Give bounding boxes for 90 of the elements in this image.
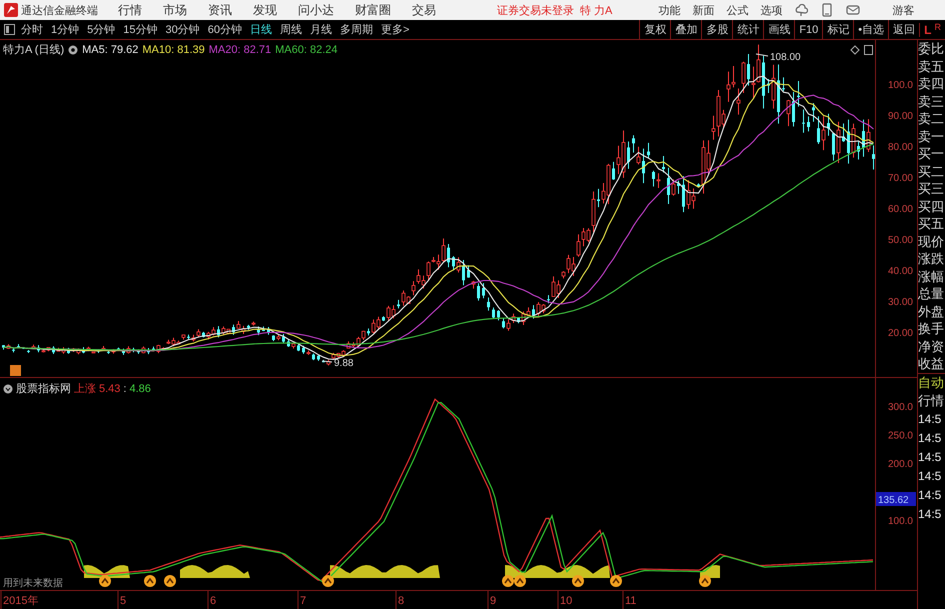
axis-label: 7 — [300, 595, 306, 607]
axis-label: 200.0 — [888, 459, 913, 470]
quote-field-label: 买五 — [918, 215, 945, 232]
indicator-label: 上涨 — [74, 382, 96, 396]
axis-label: 300.0 — [888, 402, 913, 413]
axis-label: 80.00 — [888, 142, 913, 153]
trade-time: 14:5 — [918, 486, 942, 504]
menu-item[interactable]: 资讯 — [208, 2, 232, 18]
high-price-annotation: 108.00 — [756, 52, 801, 63]
warning-note: 用到未来数据 — [3, 576, 63, 590]
trade-time: 14:5 — [918, 410, 942, 428]
moving-average-label: MA20: 82.71 — [208, 44, 272, 56]
period-tab[interactable]: 15分钟 — [123, 22, 158, 37]
axis-label: 40.00 — [888, 266, 913, 277]
quote-field-label: 换手 — [918, 320, 945, 338]
corner-label[interactable]: R — [934, 22, 941, 32]
axis-label: 20.00 — [888, 328, 913, 339]
axis-label: 30.00 — [888, 297, 913, 308]
axis-label: 100.0 — [888, 80, 913, 91]
menu-item[interactable]: 公式 — [726, 2, 748, 18]
menu-item[interactable]: 市场 — [163, 2, 187, 18]
quote-field-label: 委比 — [918, 40, 945, 58]
trade-time: 14:5 — [918, 448, 942, 466]
cursor-value-label: 135.62 — [876, 492, 916, 506]
corner-label[interactable]: L — [919, 22, 932, 36]
period-tab[interactable]: 周线 — [280, 22, 302, 37]
axis-label: 60.00 — [888, 204, 913, 215]
indicator-name: 股票指标网 — [16, 382, 71, 396]
quote-field-label: 卖一 — [918, 128, 945, 145]
menu-item[interactable]: 交易 — [412, 2, 436, 18]
axis-label: 9 — [490, 595, 496, 607]
app-name: 通达信金融终端 — [21, 4, 98, 18]
menu-item[interactable]: 选项 — [760, 2, 782, 18]
quote-field-label: 买四 — [918, 198, 945, 215]
separator: : — [123, 382, 126, 394]
period-tab[interactable]: 多周期 — [340, 22, 373, 37]
quote-field-label: 现价 — [918, 232, 945, 250]
stock-name: 特 力A — [580, 4, 612, 18]
period-tab[interactable]: 5分钟 — [87, 22, 116, 37]
period-tab[interactable]: 更多> — [381, 22, 410, 37]
period-tab[interactable]: 60分钟 — [208, 22, 242, 37]
period-tab[interactable]: 分时 — [21, 22, 43, 37]
trade-time: 14:5 — [918, 468, 942, 484]
axis-label: 10 — [560, 595, 572, 607]
mode-label[interactable]: 自动 — [918, 372, 945, 392]
user-name[interactable]: 游客 — [892, 2, 914, 18]
quote-field-label: 买三 — [918, 180, 945, 198]
menu-item[interactable]: 新面 — [692, 2, 714, 18]
trade-time: 14:5 — [918, 506, 942, 522]
moving-average-label: MA10: 81.39 — [142, 44, 205, 56]
quote-field-label: 卖二 — [918, 110, 945, 128]
period-tab[interactable]: 日线 — [250, 22, 272, 37]
period-tab[interactable]: 月线 — [310, 22, 332, 37]
axis-label: 11 — [625, 595, 636, 607]
login-status: 证券交易未登录 — [497, 4, 574, 18]
quote-field-label: 卖五 — [918, 58, 945, 75]
quote-field-label: 涨跌 — [918, 250, 945, 268]
menu-item[interactable]: 问小达 — [298, 2, 334, 18]
quote-field-label: 总量 — [918, 285, 945, 302]
axis-label: 5 — [120, 595, 126, 607]
axis-label: 90.00 — [888, 111, 913, 122]
quote-field-label: 卖四 — [918, 75, 945, 92]
menu-item[interactable]: 功能 — [658, 2, 680, 18]
period-tab[interactable]: 30分钟 — [166, 22, 200, 37]
indicator-value: 4.86 — [129, 382, 151, 394]
moving-average-label: MA60: 82.24 — [275, 44, 338, 56]
menu-item[interactable]: 发现 — [253, 2, 277, 18]
axis-label: 2015年 — [3, 595, 38, 607]
axis-label: 100.0 — [888, 516, 913, 527]
menu-item[interactable]: 行情 — [118, 2, 142, 18]
axis-label: 8 — [398, 595, 404, 607]
axis-label: 50.00 — [888, 235, 913, 246]
quote-field-label: 收益 — [918, 355, 945, 372]
menu-item[interactable]: 财富圈 — [355, 2, 391, 18]
quote-field-label: 卖三 — [918, 92, 945, 110]
axis-label: 70.00 — [888, 173, 913, 184]
chart-title: 特力A (日线) — [3, 43, 64, 57]
quote-field-label: 买一 — [918, 145, 945, 162]
indicator-value: 5.43 — [99, 382, 120, 394]
period-tab[interactable]: 1分钟 — [51, 22, 80, 37]
axis-label: 6 — [210, 595, 216, 607]
low-price-annotation: 9.88 — [322, 358, 354, 369]
mode-label[interactable]: 行情 — [918, 392, 945, 410]
axis-label: 250.0 — [888, 430, 913, 442]
quote-field-label: 净资 — [918, 338, 945, 355]
moving-average-label: MA5: 79.62 — [82, 44, 138, 56]
quote-field-label: 涨幅 — [918, 268, 945, 285]
quote-field-label: 外盘 — [918, 302, 945, 320]
quote-field-label: 买二 — [918, 162, 945, 180]
trade-time: 14:5 — [918, 430, 942, 446]
